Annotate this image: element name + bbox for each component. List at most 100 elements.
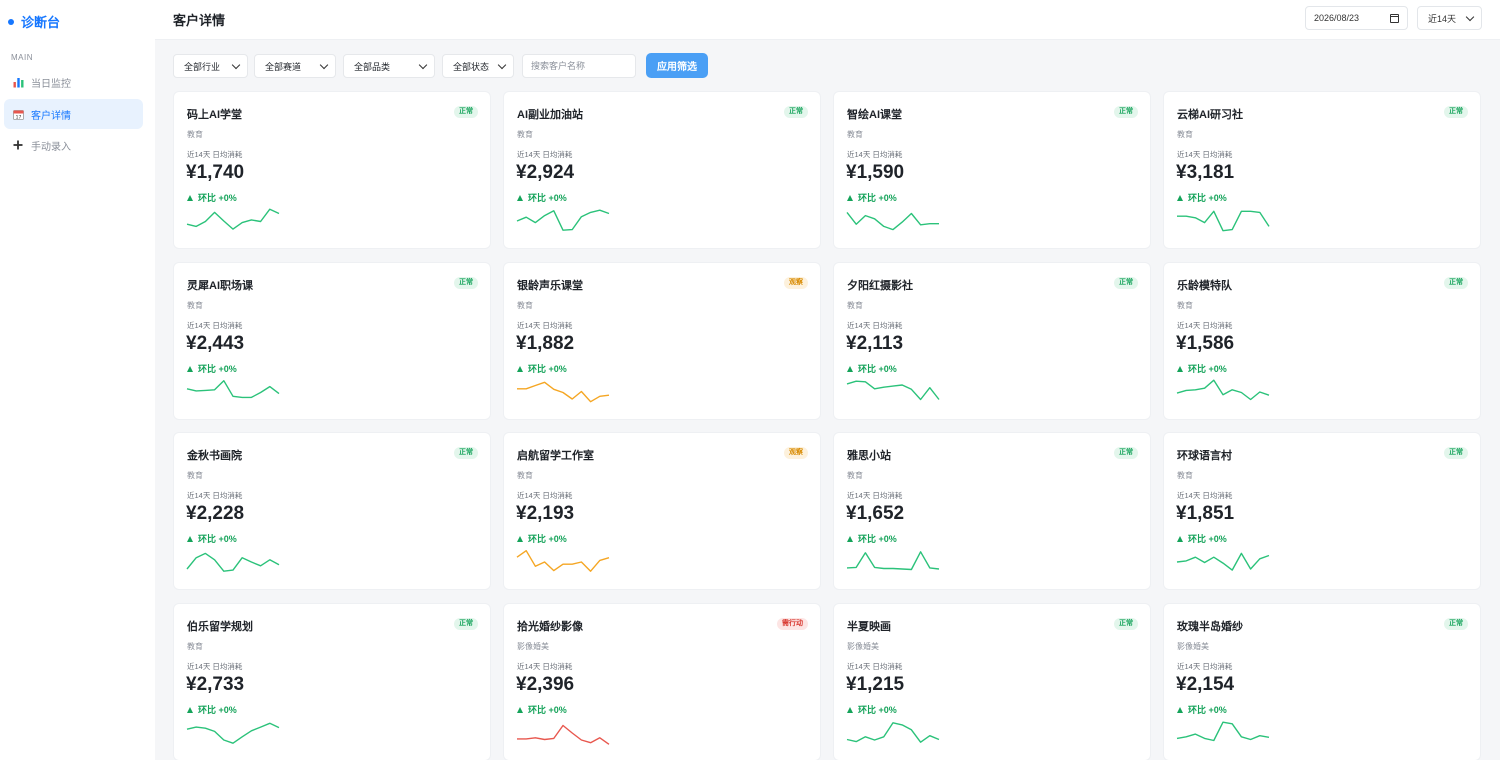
customer-name[interactable]: 云梯AI研习社 xyxy=(1177,106,1243,122)
customer-name[interactable]: 灵犀AI职场课 xyxy=(187,277,253,293)
up-triangle-icon xyxy=(517,706,523,713)
metric-value: ¥1,740 xyxy=(186,162,245,183)
customer-category: 教育 xyxy=(187,130,203,139)
change-text: 环比 +0% xyxy=(858,364,897,374)
change-indicator: 环比 +0% xyxy=(1177,362,1227,375)
customer-name[interactable]: 半夏映画 xyxy=(847,618,891,634)
customer-grid: 码上AI学堂 正常 教育 近14天 日均消耗 ¥1,740 环比 +0% AI副业加油站 正常… xyxy=(173,91,1482,760)
category-filter[interactable]: 全部品类 xyxy=(343,54,435,78)
metric-label: 近14天 日均消耗 xyxy=(187,662,243,671)
change-indicator: 环比 +0% xyxy=(847,703,897,716)
search-input[interactable] xyxy=(522,54,636,78)
sidebar-item-monitor[interactable]: 当日监控 xyxy=(4,67,143,97)
customer-category: 教育 xyxy=(1177,130,1193,139)
customer-card[interactable]: 启航留学工作室 观察 教育 近14天 日均消耗 ¥2,193 环比 +0% xyxy=(503,432,821,590)
sparkline-series xyxy=(846,211,939,231)
metric-value: ¥1,215 xyxy=(846,674,905,695)
status-badge: 正常 xyxy=(1114,277,1138,289)
status-badge: 正常 xyxy=(1114,447,1138,459)
calendar-icon[interactable] xyxy=(1390,13,1399,23)
change-indicator: 环比 +0% xyxy=(187,532,237,545)
date-picker[interactable]: 2026/08/23 xyxy=(1305,6,1408,30)
change-text: 环比 +0% xyxy=(528,534,567,544)
sparkline-series xyxy=(186,722,280,744)
range-select[interactable]: 近14天 xyxy=(1417,6,1482,30)
customer-name[interactable]: 金秋书画院 xyxy=(187,447,242,463)
customer-card[interactable]: 码上AI学堂 正常 教育 近14天 日均消耗 ¥1,740 环比 +0% xyxy=(173,91,491,249)
customer-card[interactable]: 玫瑰半岛婚纱 正常 影像婚美 近14天 日均消耗 ¥2,154 环比 +0% xyxy=(1163,603,1481,760)
customer-name[interactable]: 智绘AI课堂 xyxy=(847,106,902,122)
status-badge: 正常 xyxy=(1444,106,1468,118)
customer-name[interactable]: 银龄声乐课堂 xyxy=(517,277,583,293)
sidebar-item-manual-entry[interactable]: 手动录入 xyxy=(4,130,143,160)
metric-label: 近14天 日均消耗 xyxy=(187,491,243,500)
customer-card[interactable]: 拾光婚纱影像 需行动 影像婚美 近14天 日均消耗 ¥2,396 环比 +0% xyxy=(503,603,821,760)
sidebar-item-label: 手动录入 xyxy=(31,141,71,153)
customer-card[interactable]: 半夏映画 正常 影像婚美 近14天 日均消耗 ¥1,215 环比 +0% xyxy=(833,603,1151,760)
customer-category: 教育 xyxy=(517,301,533,310)
metric-value: ¥1,652 xyxy=(846,503,905,524)
customer-category: 影像婚美 xyxy=(517,642,549,651)
customer-card[interactable]: AI副业加油站 正常 教育 近14天 日均消耗 ¥2,924 环比 +0% xyxy=(503,91,821,249)
customer-name[interactable]: 玫瑰半岛婚纱 xyxy=(1177,618,1243,634)
change-indicator: 环比 +0% xyxy=(517,362,567,375)
change-indicator: 环比 +0% xyxy=(187,703,237,716)
change-text: 环比 +0% xyxy=(1188,193,1227,203)
status-badge: 正常 xyxy=(1114,106,1138,118)
customer-name[interactable]: AI副业加油站 xyxy=(517,106,583,122)
sparkline-series xyxy=(846,380,940,401)
customer-card[interactable]: 夕阳红摄影社 正常 教育 近14天 日均消耗 ¥2,113 环比 +0% xyxy=(833,262,1151,420)
brand[interactable]: 诊断台 xyxy=(8,12,60,31)
change-text: 环比 +0% xyxy=(528,364,567,374)
customer-name[interactable]: 乐龄模特队 xyxy=(1177,277,1232,293)
up-triangle-icon xyxy=(1177,535,1183,542)
sidebar-item-customer-detail[interactable]: 17 客户详情 xyxy=(4,99,143,129)
customer-name[interactable]: 环球语言村 xyxy=(1177,447,1232,463)
sparkline-chart xyxy=(846,380,940,401)
customer-category: 影像婚美 xyxy=(847,642,879,651)
up-triangle-icon xyxy=(517,365,523,372)
sparkline-series xyxy=(516,209,610,231)
sparkline-chart xyxy=(846,722,940,743)
customer-card[interactable]: 环球语言村 正常 教育 近14天 日均消耗 ¥1,851 环比 +0% xyxy=(1163,432,1481,590)
customer-card[interactable]: 乐龄模特队 正常 教育 近14天 日均消耗 ¥1,586 环比 +0% xyxy=(1163,262,1481,420)
customer-card[interactable]: 云梯AI研习社 正常 教育 近14天 日均消耗 ¥3,181 环比 +0% xyxy=(1163,91,1481,249)
customer-name[interactable]: 伯乐留学规划 xyxy=(187,618,253,634)
metric-value: ¥1,882 xyxy=(516,333,575,354)
customer-card[interactable]: 雅思小站 正常 教育 近14天 日均消耗 ¥1,652 环比 +0% xyxy=(833,432,1151,590)
sparkline-series xyxy=(186,380,280,399)
page-title: 客户详情 xyxy=(173,13,226,28)
customer-name[interactable]: 拾光婚纱影像 xyxy=(517,618,583,634)
customer-card[interactable]: 智绘AI课堂 正常 教育 近14天 日均消耗 ¥1,590 环比 +0% xyxy=(833,91,1151,249)
brand-name: 诊断台 xyxy=(21,15,61,30)
chevron-down-icon xyxy=(319,60,329,69)
customer-card[interactable]: 灵犀AI职场课 正常 教育 近14天 日均消耗 ¥2,443 环比 +0% xyxy=(173,262,491,420)
change-indicator: 环比 +0% xyxy=(187,191,237,204)
sparkline-series xyxy=(1176,379,1270,401)
customer-name[interactable]: 启航留学工作室 xyxy=(517,447,594,463)
customer-name[interactable]: 夕阳红摄影社 xyxy=(847,277,913,293)
apply-filter-button[interactable]: 应用筛选 xyxy=(646,53,708,78)
customer-card[interactable]: 金秋书画院 正常 教育 近14天 日均消耗 ¥2,228 环比 +0% xyxy=(173,432,491,590)
range-value: 近14天 xyxy=(1428,13,1457,24)
customer-name[interactable]: 雅思小站 xyxy=(847,447,891,463)
change-text: 环比 +0% xyxy=(858,534,897,544)
change-text: 环比 +0% xyxy=(198,705,237,715)
customer-name[interactable]: 码上AI学堂 xyxy=(187,106,242,122)
status-badge: 需行动 xyxy=(777,618,808,630)
customer-card[interactable]: 伯乐留学规划 正常 教育 近14天 日均消耗 ¥2,733 环比 +0% xyxy=(173,603,491,760)
status-filter[interactable]: 全部状态 xyxy=(442,54,514,78)
sparkline-chart xyxy=(846,551,940,571)
up-triangle-icon xyxy=(847,706,853,713)
metric-value: ¥2,154 xyxy=(1176,674,1235,695)
status-badge: 正常 xyxy=(454,447,478,459)
industry-filter[interactable]: 全部行业 xyxy=(173,54,248,78)
metric-label: 近14天 日均消耗 xyxy=(517,321,573,330)
metric-label: 近14天 日均消耗 xyxy=(847,150,903,159)
metric-label: 近14天 日均消耗 xyxy=(1177,491,1233,500)
sidebar-item-label: 客户详情 xyxy=(31,110,71,122)
change-text: 环比 +0% xyxy=(1188,364,1227,374)
metric-value: ¥1,851 xyxy=(1176,503,1235,524)
customer-card[interactable]: 银龄声乐课堂 观察 教育 近14天 日均消耗 ¥1,882 环比 +0% xyxy=(503,262,821,420)
track-filter[interactable]: 全部赛道 xyxy=(254,54,336,78)
